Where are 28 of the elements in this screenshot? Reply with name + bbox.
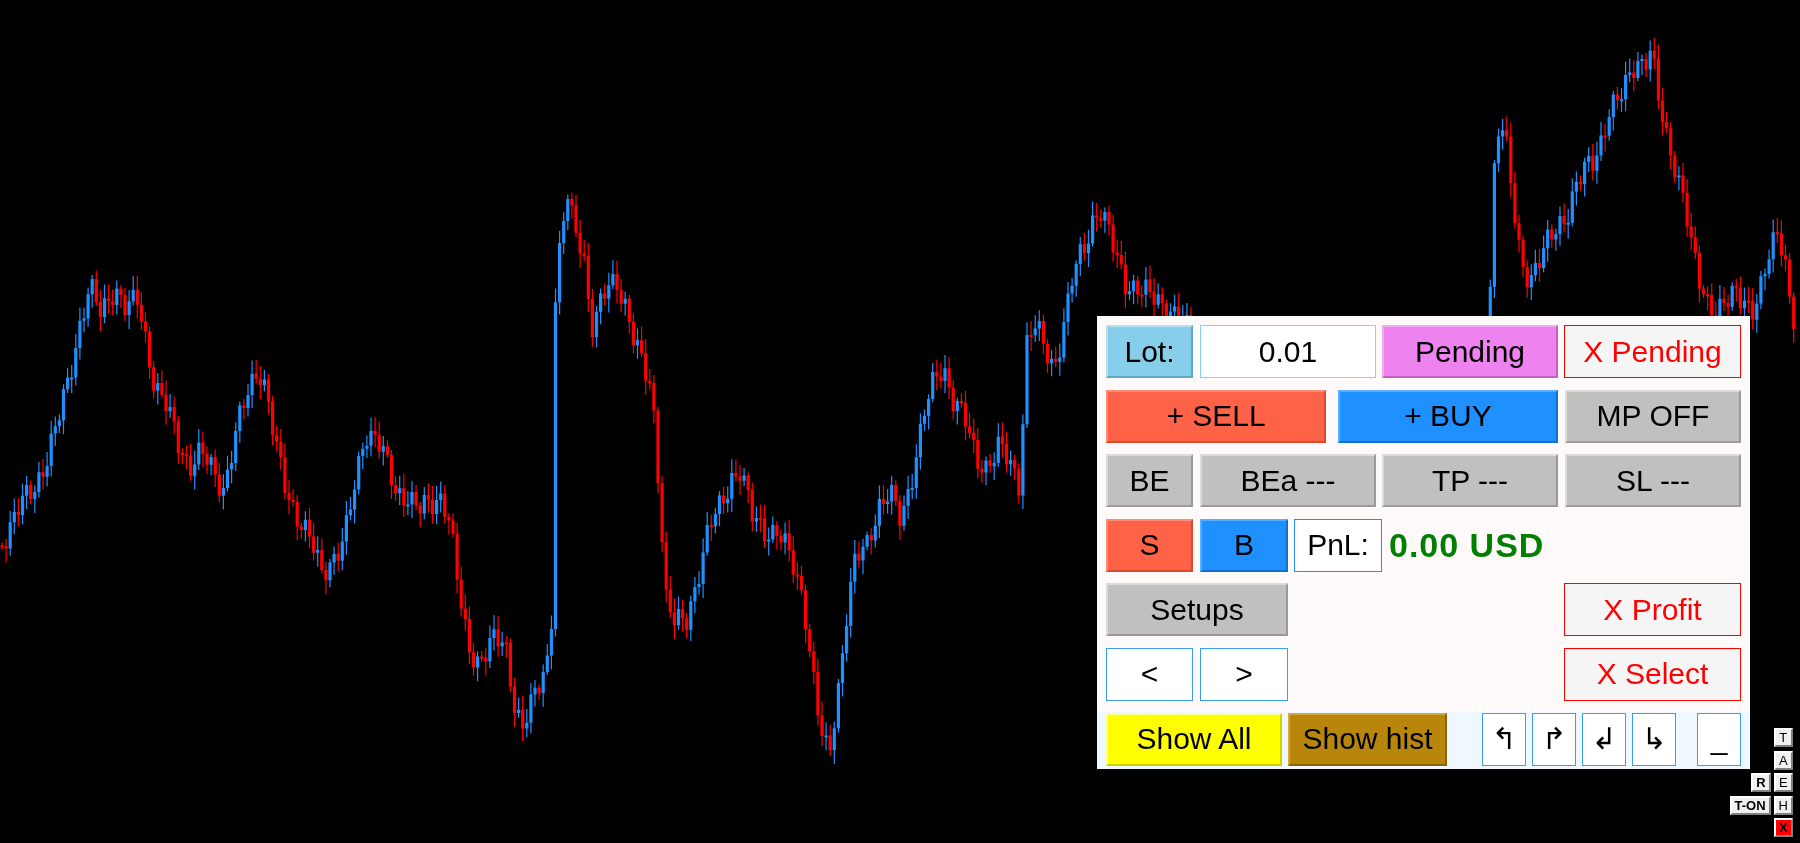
buy-button[interactable]: + BUY [1338,389,1558,443]
setups-button[interactable]: Setups [1106,583,1288,637]
show-all-button[interactable]: Show All [1106,713,1282,766]
minimize-button[interactable]: _ [1697,713,1741,766]
next-button[interactable]: > [1200,647,1288,701]
show-history-button[interactable]: Show hist [1288,713,1447,766]
turn-arrow-button[interactable]: ↱ [1532,713,1576,766]
close-pending-button[interactable]: X Pending [1564,325,1741,378]
stop-loss-button[interactable]: SL --- [1565,454,1741,508]
pending-button[interactable]: Pending [1382,325,1558,378]
sell-select-button[interactable]: S [1106,518,1193,572]
previous-button[interactable]: < [1106,647,1193,701]
pnl-value: 0.00 USD [1389,528,1545,563]
close-profit-button[interactable]: X Profit [1564,583,1741,637]
sell-button[interactable]: + SELL [1106,389,1326,443]
corner-button[interactable]: R [1751,773,1771,792]
close-selected-button[interactable]: X Select [1564,647,1741,701]
lot-button[interactable]: Lot: [1106,325,1193,378]
breakeven-button[interactable]: BE [1106,454,1193,508]
turn-arrow-button[interactable]: ↲ [1582,713,1626,766]
turn-arrow-button[interactable]: ↰ [1482,713,1526,766]
turn-arrow-button[interactable]: ↳ [1632,713,1676,766]
buy-select-button[interactable]: B [1200,518,1288,572]
breakeven-auto-button[interactable]: BEa --- [1200,454,1376,508]
mp-toggle-button[interactable]: MP OFF [1565,389,1741,443]
take-profit-button[interactable]: TP --- [1382,454,1558,508]
lot-size-field[interactable]: 0.01 [1200,325,1376,378]
pnl-label: PnL: [1294,518,1382,572]
